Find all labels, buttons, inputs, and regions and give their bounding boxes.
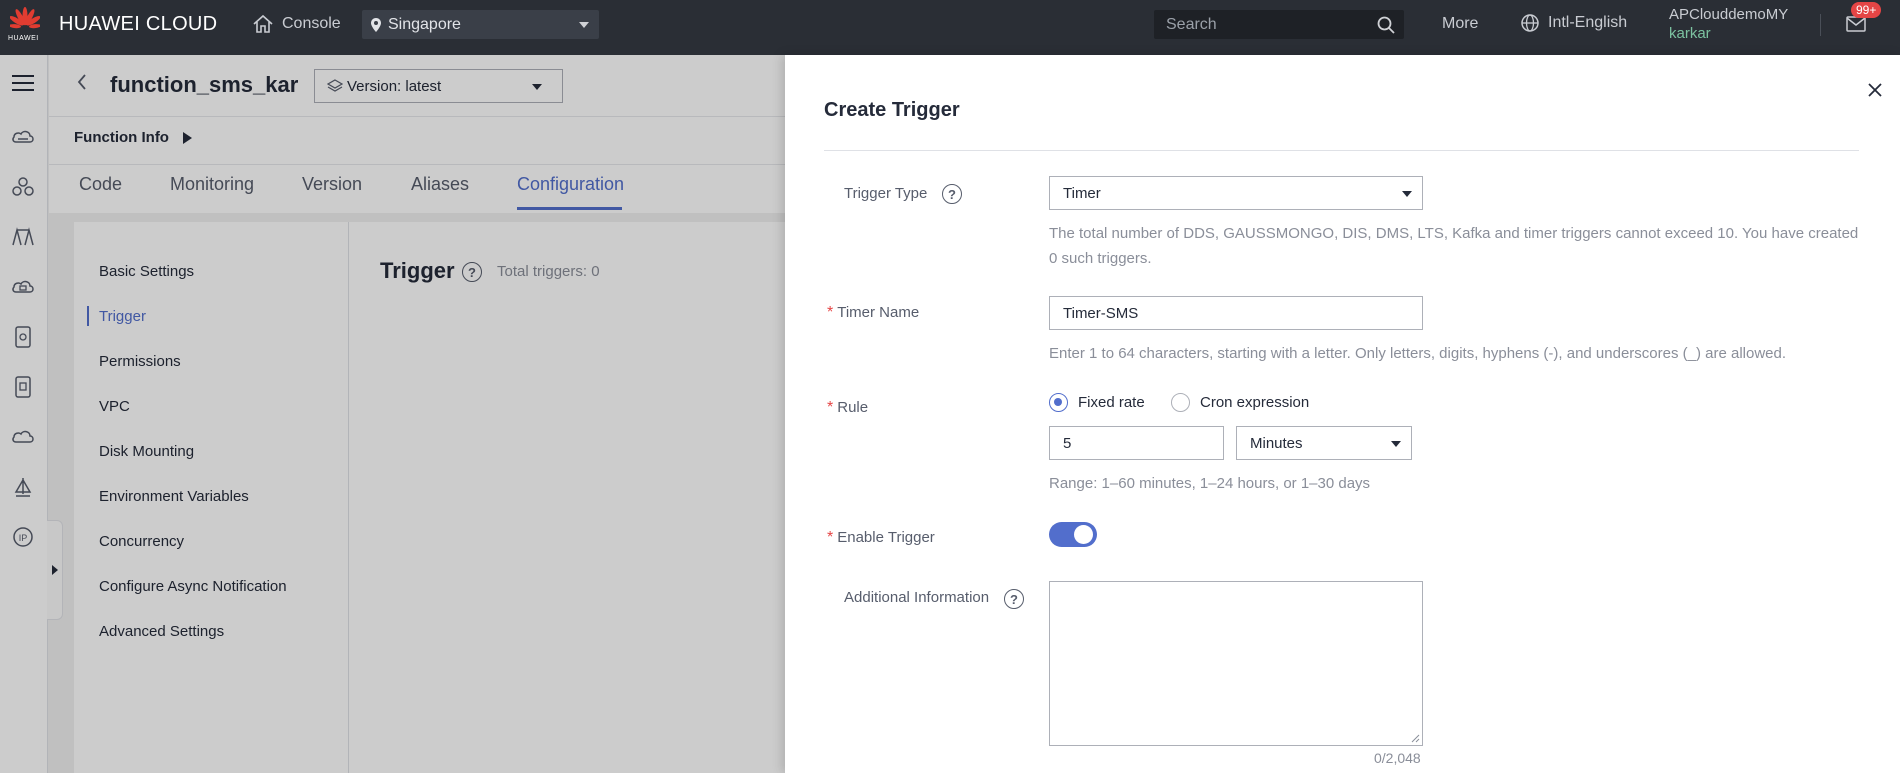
required-asterisk: * [827, 529, 834, 546]
timer-name-label-text: Timer Name [837, 304, 920, 321]
console-link[interactable]: Console [252, 12, 341, 36]
console-label: Console [282, 15, 341, 32]
drawer-title: Create Trigger [824, 99, 960, 121]
timer-name-value: Timer-SMS [1063, 304, 1139, 322]
notification-badge: 99+ [1851, 2, 1882, 18]
toggle-knob [1074, 525, 1093, 544]
region-label: Singapore [388, 15, 461, 33]
timer-name-label: * Timer Name [827, 304, 919, 322]
logo-wordmark: HUAWEI [8, 35, 39, 42]
rate-value-input[interactable]: 5 [1049, 426, 1224, 460]
search-input[interactable]: Search [1154, 10, 1404, 39]
fixed-rate-radio[interactable] [1049, 393, 1068, 412]
caret-down-icon [579, 22, 589, 28]
rate-value: 5 [1063, 434, 1072, 452]
trigger-type-value: Timer [1063, 184, 1101, 202]
region-selector[interactable]: Singapore [362, 10, 599, 39]
fixed-rate-label[interactable]: Fixed rate [1078, 394, 1145, 411]
user-name[interactable]: karkar [1669, 25, 1711, 42]
divider [1820, 14, 1821, 36]
trigger-type-hint-line2: 0 such triggers. [1049, 250, 1152, 267]
search-icon[interactable] [1376, 15, 1396, 35]
required-asterisk: * [827, 399, 834, 416]
character-counter: 0/2,048 [1374, 750, 1421, 766]
language-selector[interactable]: Intl-English [1520, 13, 1627, 33]
additional-info-textarea[interactable] [1049, 581, 1423, 746]
top-navigation-bar: HUAWEI HUAWEI CLOUD Console Singapore Se… [0, 0, 1900, 55]
close-icon[interactable] [1865, 80, 1885, 100]
help-icon[interactable]: ? [1004, 589, 1024, 609]
enable-trigger-label: * Enable Trigger [827, 529, 935, 547]
account-name[interactable]: APClouddemoMY [1669, 6, 1788, 23]
trigger-type-label: Trigger Type [844, 185, 928, 202]
modal-overlay[interactable] [0, 55, 785, 773]
enable-trigger-toggle[interactable] [1049, 522, 1097, 547]
divider [824, 150, 1859, 151]
rule-label: * Rule [827, 399, 868, 417]
location-pin-icon [371, 17, 381, 32]
trigger-type-select[interactable]: Timer [1049, 176, 1423, 210]
caret-down-icon [1391, 441, 1401, 447]
cron-expression-label[interactable]: Cron expression [1200, 394, 1309, 411]
language-label: Intl-English [1548, 14, 1628, 31]
brand-name[interactable]: HUAWEI CLOUD [59, 13, 217, 36]
rate-unit-value: Minutes [1250, 434, 1303, 452]
additional-info-label: Additional Information [844, 589, 990, 606]
trigger-type-hint-line1: The total number of DDS, GAUSSMONGO, DIS… [1049, 225, 1859, 242]
rule-label-text: Rule [837, 399, 869, 416]
enable-trigger-label-text: Enable Trigger [837, 529, 935, 546]
rule-range-hint: Range: 1–60 minutes, 1–24 hours, or 1–30… [1049, 475, 1371, 492]
huawei-logo[interactable]: HUAWEI [6, 6, 44, 46]
huawei-flower-icon [10, 7, 40, 29]
globe-icon [1521, 14, 1539, 32]
home-icon [253, 14, 273, 33]
help-icon[interactable]: ? [942, 184, 962, 204]
required-asterisk: * [827, 304, 834, 321]
resize-handle-icon[interactable] [1411, 734, 1420, 743]
timer-name-input[interactable]: Timer-SMS [1049, 296, 1423, 330]
rate-unit-select[interactable]: Minutes [1236, 426, 1412, 460]
search-placeholder: Search [1166, 15, 1217, 33]
cron-expression-radio[interactable] [1171, 393, 1190, 412]
timer-name-hint: Enter 1 to 64 characters, starting with … [1049, 345, 1787, 362]
caret-down-icon [1402, 191, 1412, 197]
more-menu[interactable]: More [1442, 15, 1478, 33]
